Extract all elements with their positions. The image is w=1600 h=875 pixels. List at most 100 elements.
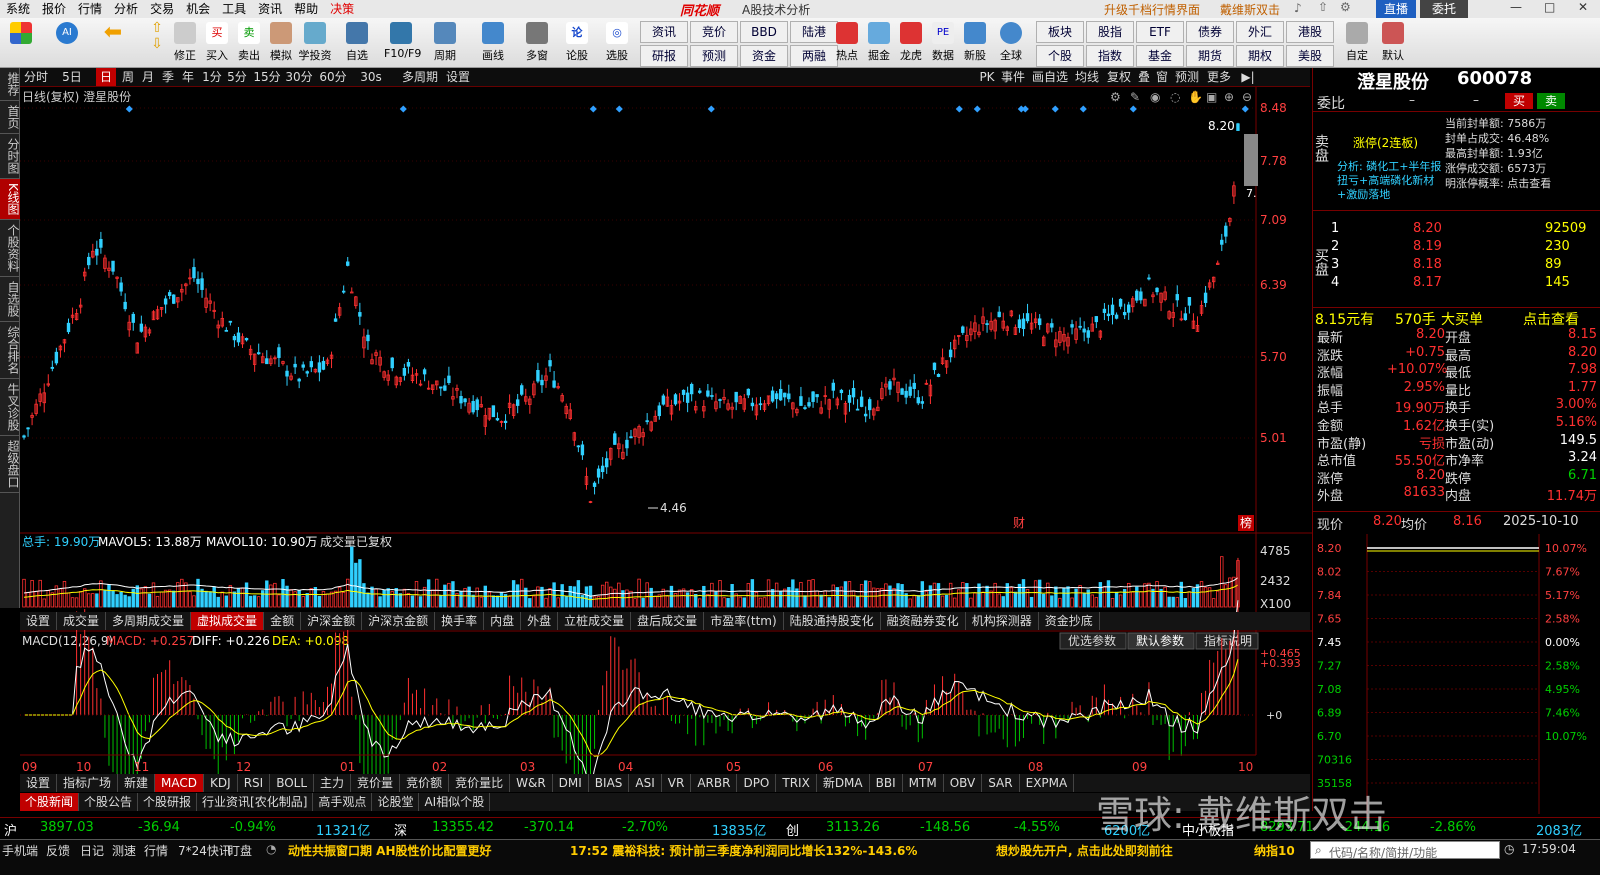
- kline-chart[interactable]: 日线(复权) 澄星股份 ⚙ ✎ ◉ ◌ ✋ ▣ ⊕ ⊖ 8.48 7.78 7.…: [20, 87, 1312, 779]
- menu-fenxi[interactable]: 分析: [108, 0, 144, 18]
- tab-item[interactable]: 资金抄底: [1039, 612, 1100, 630]
- bid-row[interactable]: 1 8.20 92509: [1317, 221, 1597, 238]
- tab-item[interactable]: SAR: [982, 774, 1020, 792]
- tab-item[interactable]: 虚拟成交量: [191, 612, 265, 630]
- tab-item[interactable]: 沪深京金额: [362, 612, 436, 630]
- status-mobile[interactable]: 手机端: [2, 842, 38, 859]
- tab-item[interactable]: AI相似个股: [419, 793, 491, 811]
- default-button[interactable]: 默认: [1376, 20, 1410, 66]
- nav-diagnose[interactable]: 牛叉诊股: [0, 379, 20, 436]
- tb-qihuo[interactable]: 期货: [1186, 45, 1234, 67]
- hot-button[interactable]: 热点: [830, 20, 864, 66]
- period-fenshi[interactable]: 分时: [22, 68, 50, 86]
- menu-help[interactable]: 帮助: [288, 0, 324, 18]
- period-settings[interactable]: 设置: [444, 68, 472, 86]
- fix-button[interactable]: 修正: [168, 20, 202, 66]
- tab-item[interactable]: 成交量: [57, 612, 107, 630]
- back-icon[interactable]: ⬅: [96, 20, 130, 66]
- status-dingpan[interactable]: 盯盘: [228, 842, 252, 859]
- buy-button[interactable]: 买买入: [200, 20, 234, 66]
- tb-ganggu[interactable]: 港股: [1286, 21, 1334, 43]
- tb-zijin[interactable]: 资金: [740, 45, 788, 67]
- analysis-text[interactable]: 分析: 磷化工+半年报扭亏+高端磷化新材+激励落地: [1337, 160, 1445, 202]
- tab-item[interactable]: DPO: [737, 774, 777, 792]
- indicator-help-button[interactable]: 指标说明: [1204, 633, 1252, 648]
- tab-item[interactable]: 新建: [118, 774, 156, 792]
- bid-row[interactable]: 2 8.19 230: [1317, 239, 1597, 256]
- tb-qiquan[interactable]: 期权: [1236, 45, 1284, 67]
- global-button[interactable]: 全球: [994, 20, 1028, 66]
- tab-item[interactable]: 立桩成交量: [558, 612, 632, 630]
- menu-jihui[interactable]: 机会: [180, 0, 216, 18]
- nav-zixuan[interactable]: 自选股: [0, 277, 20, 322]
- tab-item[interactable]: 外盘: [521, 612, 559, 630]
- tb-zhaiquan[interactable]: 债券: [1186, 21, 1234, 43]
- tb-guzhi[interactable]: 股指: [1086, 21, 1134, 43]
- window-button[interactable]: 窗: [1154, 68, 1170, 86]
- bang-marker[interactable]: 榜: [1240, 515, 1252, 530]
- optimal-params-button[interactable]: 优选参数: [1068, 633, 1116, 648]
- close-icon[interactable]: ✕: [1578, 0, 1588, 14]
- tab-item[interactable]: 融资融券变化: [881, 612, 966, 630]
- tab-item[interactable]: BBI: [870, 774, 903, 792]
- data-button[interactable]: PE 数据: [926, 20, 960, 66]
- tab-item[interactable]: 竞价量比: [449, 774, 511, 792]
- upload-icon[interactable]: ⇧: [1318, 0, 1328, 14]
- tab-item[interactable]: 盘后成交量: [631, 612, 705, 630]
- tab-item[interactable]: 行业资讯[农化制品]: [197, 793, 314, 811]
- nav-pankou[interactable]: 超级盘口: [0, 436, 20, 493]
- tab-item[interactable]: BIAS: [589, 774, 630, 792]
- zixuan-button[interactable]: 自选: [340, 20, 374, 66]
- tab-item[interactable]: RSI: [238, 774, 271, 792]
- index-ticker[interactable]: 沪 3897.03 -36.94 -0.94% 11321亿 深 13355.4…: [0, 817, 1600, 839]
- period-30s[interactable]: 30s: [356, 68, 386, 86]
- tab-item[interactable]: OBV: [944, 774, 983, 792]
- menu-juece[interactable]: 决策: [324, 0, 360, 18]
- period-60min[interactable]: 60分: [318, 68, 348, 86]
- tab-item[interactable]: 换手率: [435, 612, 485, 630]
- chat-icon[interactable]: ◔: [266, 842, 276, 856]
- seal-line[interactable]: 明涨停概率: 点击查看: [1445, 176, 1551, 191]
- tab-item[interactable]: 陆股通持股变化: [784, 612, 881, 630]
- tab-item[interactable]: 市盈率(ttm): [704, 612, 784, 630]
- menu-hangqing[interactable]: 行情: [72, 0, 108, 18]
- status-feedback[interactable]: 反馈: [46, 842, 70, 859]
- tab-item[interactable]: ASI: [629, 774, 662, 792]
- tab-item[interactable]: DMI: [553, 774, 589, 792]
- tb-jingjia[interactable]: 竞价: [690, 21, 738, 43]
- tab-item[interactable]: 论股堂: [372, 793, 420, 811]
- cai-marker[interactable]: 财: [1013, 516, 1025, 530]
- tab-item[interactable]: 高手观点: [313, 793, 373, 811]
- intraday-chart[interactable]: 8.20 8.02 7.84 7.65 7.45 7.27 7.08 6.89 6.70 7031…: [1313, 534, 1600, 814]
- nav-ranking[interactable]: 综合排名: [0, 322, 20, 379]
- home-grid-icon[interactable]: [4, 20, 38, 66]
- tb-bbd[interactable]: BBD: [740, 21, 788, 43]
- live-button[interactable]: 直播: [1376, 0, 1416, 18]
- maximize-icon[interactable]: □: [1544, 0, 1555, 14]
- tab-item[interactable]: 金额: [264, 612, 302, 630]
- tab-item[interactable]: VR: [662, 774, 692, 792]
- tab-item[interactable]: 沪深金额: [301, 612, 363, 630]
- period-5min[interactable]: 5分: [225, 68, 249, 86]
- tb-gegu[interactable]: 个股: [1036, 45, 1084, 67]
- tab-item[interactable]: 指标广场: [57, 774, 119, 792]
- tb-waihui[interactable]: 外汇: [1236, 21, 1284, 43]
- tab-item[interactable]: MACD: [155, 774, 205, 792]
- nav-fenshi[interactable]: 分时图: [0, 134, 20, 179]
- tb-zixun[interactable]: 资讯: [640, 21, 688, 43]
- period-month[interactable]: 月: [138, 68, 158, 86]
- ma-button[interactable]: 均线: [1072, 68, 1102, 86]
- event-button[interactable]: 事件: [998, 68, 1028, 86]
- tab-item[interactable]: MTM: [903, 774, 944, 792]
- overlay-button[interactable]: 叠: [1136, 68, 1152, 86]
- status-quotes[interactable]: 行情: [144, 842, 168, 859]
- period-1min[interactable]: 1分: [200, 68, 224, 86]
- period-quarter[interactable]: 季: [158, 68, 178, 86]
- default-params-button[interactable]: 默认参数: [1136, 633, 1184, 648]
- pk-button[interactable]: PK: [978, 68, 996, 86]
- tab-item[interactable]: 竞价量: [351, 774, 401, 792]
- period-day[interactable]: 日: [96, 68, 116, 86]
- period-15min[interactable]: 15分: [252, 68, 282, 86]
- tab-item[interactable]: 个股公告: [79, 793, 139, 811]
- tab-item[interactable]: 设置: [20, 612, 58, 630]
